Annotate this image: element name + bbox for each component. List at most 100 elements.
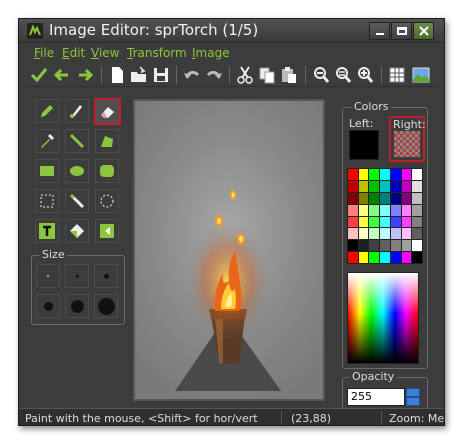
palette-swatch[interactable] xyxy=(369,192,380,204)
image-preview-button[interactable] xyxy=(411,65,431,85)
palette-swatch[interactable] xyxy=(369,252,380,263)
line-tool[interactable] xyxy=(65,129,89,153)
palette-swatch[interactable] xyxy=(412,169,422,180)
size-option-3[interactable] xyxy=(94,264,118,288)
palette-swatch[interactable] xyxy=(380,240,390,252)
palette-swatch[interactable] xyxy=(401,252,412,263)
change-color-tool[interactable] xyxy=(95,219,119,243)
palette-swatch[interactable] xyxy=(358,216,369,228)
pencil-tool[interactable] xyxy=(35,99,59,123)
palette-swatch[interactable] xyxy=(348,252,358,263)
size-option-5[interactable] xyxy=(65,294,89,318)
save-image-button[interactable] xyxy=(151,65,171,85)
select-rectangle-tool[interactable] xyxy=(35,189,59,213)
palette-swatch[interactable] xyxy=(412,228,422,240)
palette-swatch[interactable] xyxy=(348,180,358,192)
palette-swatch[interactable] xyxy=(358,169,369,180)
undo-button[interactable] xyxy=(182,65,202,85)
palette-swatch[interactable] xyxy=(348,169,358,180)
select-ellipse-tool[interactable] xyxy=(95,189,119,213)
grid-toggle-button[interactable] xyxy=(387,65,407,85)
palette-swatch[interactable] xyxy=(401,180,412,192)
palette-swatch[interactable] xyxy=(412,192,422,204)
menu-transform[interactable]: Transform xyxy=(127,46,187,60)
palette-swatch[interactable] xyxy=(390,252,401,263)
size-option-2[interactable] xyxy=(65,264,89,288)
palette-swatch[interactable] xyxy=(369,169,380,180)
palette-swatch[interactable] xyxy=(412,216,422,228)
palette-swatch[interactable] xyxy=(390,240,401,252)
palette-swatch[interactable] xyxy=(348,228,358,240)
palette-swatch[interactable] xyxy=(401,204,412,216)
size-option-4[interactable] xyxy=(36,294,60,318)
polygon-tool[interactable] xyxy=(95,129,119,153)
palette-swatch[interactable] xyxy=(348,240,358,252)
palette-swatch[interactable] xyxy=(390,204,401,216)
palette-swatch[interactable] xyxy=(390,180,401,192)
spray-pen-tool[interactable] xyxy=(65,99,89,123)
palette-swatch[interactable] xyxy=(401,240,412,252)
color-spectrum-picker[interactable] xyxy=(347,272,419,364)
confirm-button[interactable] xyxy=(29,65,49,85)
palette-swatch[interactable] xyxy=(369,228,380,240)
palette-swatch[interactable] xyxy=(380,252,390,263)
palette-swatch[interactable] xyxy=(390,216,401,228)
opacity-spinner[interactable] xyxy=(406,388,420,406)
minimize-button[interactable] xyxy=(369,22,390,40)
palette-swatch[interactable] xyxy=(358,180,369,192)
left-color-swatch[interactable] xyxy=(349,130,379,160)
palette-swatch[interactable] xyxy=(348,192,358,204)
close-button[interactable] xyxy=(413,22,434,40)
ellipse-tool[interactable] xyxy=(65,159,89,183)
palette-swatch[interactable] xyxy=(369,204,380,216)
menu-edit[interactable]: Edit xyxy=(62,46,85,60)
menu-view[interactable]: View xyxy=(91,46,119,60)
palette-swatch[interactable] xyxy=(348,204,358,216)
palette-swatch[interactable] xyxy=(369,180,380,192)
palette-swatch[interactable] xyxy=(380,204,390,216)
palette-swatch[interactable] xyxy=(358,192,369,204)
palette-swatch[interactable] xyxy=(401,169,412,180)
size-option-1[interactable] xyxy=(36,264,60,288)
spin-up-icon[interactable] xyxy=(406,388,420,397)
palette-swatch[interactable] xyxy=(380,169,390,180)
palette-swatch[interactable] xyxy=(348,216,358,228)
palette-swatch[interactable] xyxy=(380,228,390,240)
palette-swatch[interactable] xyxy=(401,216,412,228)
color-picker-tool[interactable] xyxy=(35,129,59,153)
next-frame-button[interactable] xyxy=(75,65,95,85)
redo-button[interactable] xyxy=(204,65,224,85)
palette-swatch[interactable] xyxy=(412,180,422,192)
maximize-button[interactable] xyxy=(391,22,412,40)
size-option-6[interactable] xyxy=(94,294,118,318)
cut-button[interactable] xyxy=(235,65,255,85)
rounded-rectangle-tool[interactable] xyxy=(95,159,119,183)
palette-swatch[interactable] xyxy=(369,240,380,252)
palette-swatch[interactable] xyxy=(358,228,369,240)
palette-swatch[interactable] xyxy=(412,204,422,216)
menu-image[interactable]: Image xyxy=(192,46,230,60)
right-color-swatch[interactable]: Right: xyxy=(389,116,426,162)
palette-swatch[interactable] xyxy=(358,240,369,252)
new-image-button[interactable] xyxy=(107,65,127,85)
palette-swatch[interactable] xyxy=(390,228,401,240)
palette-swatch[interactable] xyxy=(390,169,401,180)
copy-button[interactable] xyxy=(257,65,277,85)
zoom-in-button[interactable] xyxy=(355,65,375,85)
palette-swatch[interactable] xyxy=(358,252,369,263)
paste-button[interactable] xyxy=(279,65,299,85)
opacity-input[interactable]: 255 xyxy=(347,388,405,406)
palette-swatch[interactable] xyxy=(412,240,422,252)
menu-file[interactable]: File xyxy=(34,46,54,60)
palette-swatch[interactable] xyxy=(390,192,401,204)
palette-swatch[interactable] xyxy=(401,228,412,240)
palette-swatch[interactable] xyxy=(380,180,390,192)
palette-swatch[interactable] xyxy=(380,216,390,228)
magic-wand-tool[interactable] xyxy=(65,189,89,213)
previous-frame-button[interactable] xyxy=(52,65,72,85)
palette-swatch[interactable] xyxy=(380,192,390,204)
palette-swatch[interactable] xyxy=(401,192,412,204)
title-bar[interactable]: Image Editor: sprTorch (1/5) xyxy=(19,19,444,43)
spin-down-icon[interactable] xyxy=(406,397,420,406)
drawing-canvas[interactable] xyxy=(135,101,323,399)
